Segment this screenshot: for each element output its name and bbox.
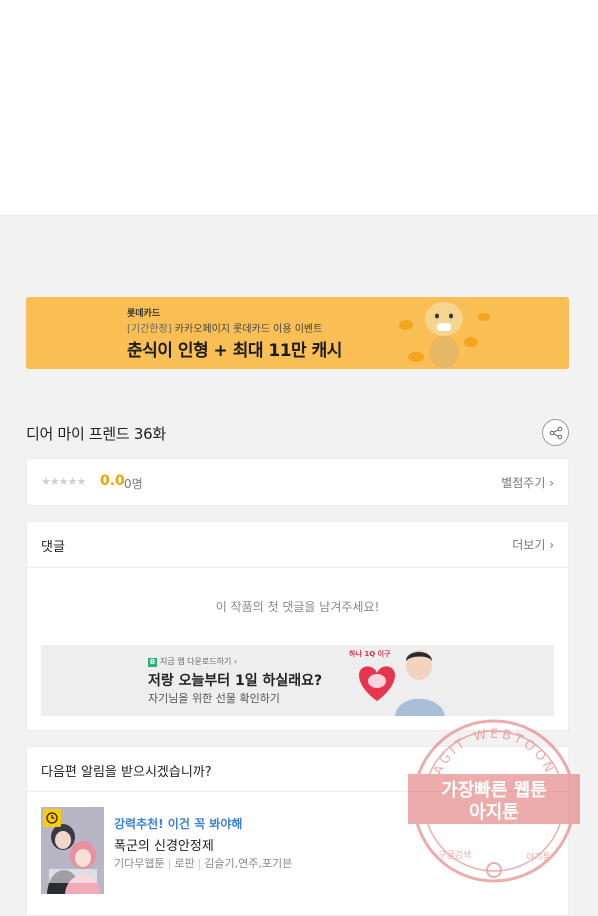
ad-banner[interactable]: B 지금 앱 다운로드하기 › 저랑 오늘부터 1일 하실래요? 자기님을 위한 … [41,645,554,716]
meta-genre: 로판 [174,857,195,870]
recommended-tag: 강력추천! 이건 꼭 봐야해 [114,817,243,831]
promo-banner[interactable]: 롯데카드 [기간한정] 카카오페이지 롯데카드 이용 이벤트 춘식이 인형 + … [26,297,569,369]
wait-free-clock-icon [43,809,61,827]
meta-category: 기다무웹툰 [114,857,165,870]
ad-logo: B 지금 앱 다운로드하기 › [148,656,237,667]
promo-character-illustration [399,302,490,368]
share-button[interactable] [542,419,569,446]
rate-button[interactable]: 별점주기 › [501,474,554,491]
rating-stars-icon: ★★★★★ [41,475,86,488]
comments-more-button[interactable]: 더보기 › [512,536,554,553]
promo-headline: 춘식이 인형 + 최대 11만 캐시 [127,341,342,361]
next-episode-question: 다음편 알림을 받으시겠습니까? [41,765,212,780]
share-icon [549,426,562,439]
comment-section: 댓글 더보기 › 이 작품의 첫 댓글을 남겨주세요! B 지금 앱 다운로드하기… [26,521,569,731]
recommended-title: 폭군의 신경안정제 [114,839,214,854]
ad-logo-mark: B [148,658,157,667]
promo-subtitle-row: [기간한정] 카카오페이지 롯데카드 이용 이벤트 [127,320,322,335]
watermark-stamp: AGIT WEBTOON 가장빠른 웹툰 아지툰 구글검색 아지툰 [408,719,580,883]
promo-brand: 롯데카드 [127,309,161,319]
comment-header: 댓글 더보기 › [27,522,568,568]
ad-subline: 자기님을 위한 선물 확인하기 [148,692,280,705]
recommended-meta: 기다무웹툰 | 로판 | 김슬기,연주,포기븐 [114,857,293,870]
rating-card: ★★★★★ 0.0 0명 별점주기 › [26,458,569,506]
promo-subtitle: 카카오페이지 롯데카드 이용 이벤트 [174,324,323,335]
ad-logo-text: 지금 앱 다운로드하기 › [160,657,238,666]
episode-title: 디어 마이 프렌드 36화 [26,425,166,443]
meta-authors: 김슬기,연주,포기븐 [204,857,293,870]
content-blank-area [0,0,598,216]
stamp-left-text: 구글검색 [438,849,471,861]
stamp-line1: 가장빠른 웹툰 [441,780,547,801]
recommended-thumbnail [41,807,104,894]
promo-tag: [기간한정] [127,324,172,335]
stamp-line2: 아지툰 [469,802,519,823]
ad-badge: 하나 1Q 이구 [349,650,391,658]
rating-count: 0명 [124,477,143,491]
rating-score: 0.0 [100,473,125,489]
ad-headline: 저랑 오늘부터 1일 하실래요? [148,673,323,689]
comment-empty-message: 이 작품의 첫 댓글을 남겨주세요! [215,600,380,614]
stamp-right-text: 아지툰 [526,852,551,863]
google-icon [486,862,502,878]
comment-title: 댓글 [41,540,65,555]
